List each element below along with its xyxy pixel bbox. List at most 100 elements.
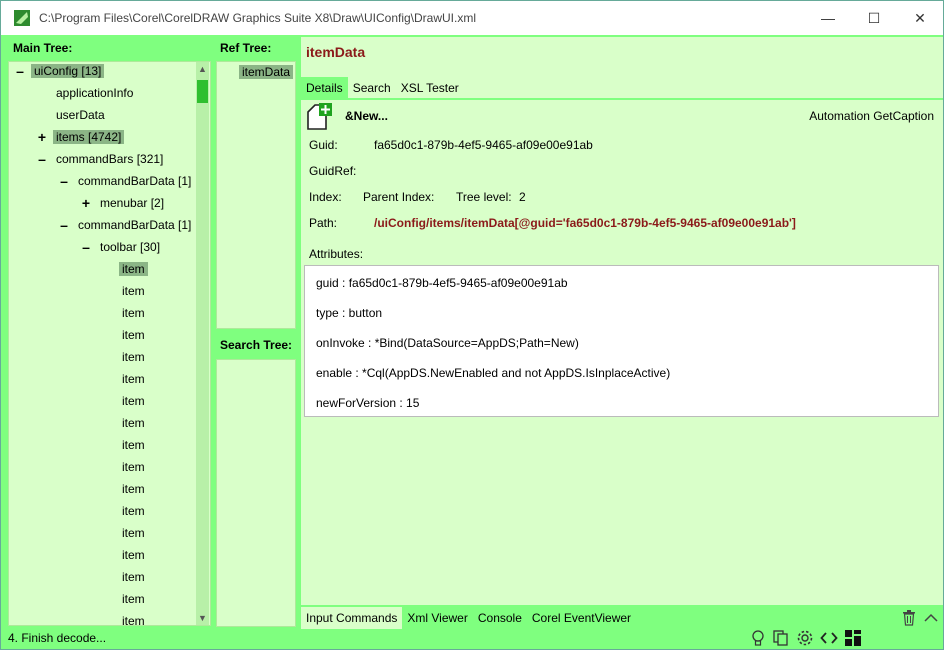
tree-node[interactable]: item: [119, 545, 148, 565]
tree-node-label: item: [122, 614, 145, 626]
tree-node-label: items [4742]: [53, 130, 125, 144]
attribute-guid: guid : fa65d0c1-879b-4ef5-9465-af09e00e9…: [316, 276, 568, 290]
gear-icon[interactable]: [796, 629, 814, 647]
attribute-oninvoke: onInvoke : *Bind(DataSource=AppDS;Path=N…: [316, 336, 579, 350]
close-button[interactable]: ✕: [897, 1, 943, 35]
path-value: /uiConfig/items/itemData[@guid='fa65d0c1…: [374, 216, 796, 230]
code-icon[interactable]: [820, 629, 838, 647]
copy-icon[interactable]: [772, 629, 790, 647]
tree-node[interactable]: item: [119, 413, 148, 433]
tree-node-label: uiConfig [13]: [31, 64, 105, 78]
maximize-button[interactable]: ☐: [851, 1, 897, 35]
tree-node-label: menubar [2]: [100, 196, 165, 210]
tree-node-label: item: [122, 460, 145, 474]
tab-xsl-tester[interactable]: XSL Tester: [396, 77, 464, 99]
tree-node[interactable]: item: [119, 567, 148, 587]
ref-tree-item-label: itemData: [239, 65, 294, 79]
attributes-label: Attributes:: [309, 247, 364, 261]
tree-node[interactable]: item: [119, 347, 148, 367]
tree-node[interactable]: item: [119, 259, 148, 279]
tab-corel-eventviewer[interactable]: Corel EventViewer: [527, 607, 636, 629]
window-title: C:\Program Files\Corel\CorelDRAW Graphic…: [39, 11, 476, 25]
detail-pane: itemData Details Search XSL Tester &New.…: [301, 37, 943, 605]
collapse-icon[interactable]: –: [81, 237, 91, 257]
tree-node-label: item: [122, 438, 145, 452]
attribute-type: type : button: [316, 306, 383, 320]
tree-node-label: item: [122, 372, 145, 386]
title-bar[interactable]: C:\Program Files\Corel\CorelDRAW Graphic…: [1, 1, 943, 35]
lightbulb-icon[interactable]: [749, 629, 767, 647]
status-bar: 4. Finish decode...: [1, 628, 943, 649]
tree-node[interactable]: – commandBars [321]: [38, 149, 166, 169]
tree-level-value: 2: [519, 190, 526, 204]
tree-node[interactable]: item: [119, 303, 148, 323]
tree-node[interactable]: – uiConfig [13]: [16, 62, 105, 81]
guid-value: fa65d0c1-879b-4ef5-9465-af09e00e91ab: [374, 138, 593, 152]
tree-node[interactable]: item: [119, 457, 148, 477]
tree-node-label: item: [122, 306, 145, 320]
bottom-tabs: Input Commands Xml Viewer Console Corel …: [301, 607, 636, 629]
main-tree-header: Main Tree:: [13, 41, 73, 55]
search-tree-header: Search Tree:: [220, 338, 293, 352]
attribute-newforversion: newForVersion : 15: [316, 396, 420, 410]
collapse-icon[interactable]: –: [15, 62, 25, 81]
tree-node-label: item: [122, 504, 145, 518]
new-document-icon: [306, 103, 332, 131]
tree-node-label: commandBarData [1]: [78, 174, 192, 188]
tab-search[interactable]: Search: [348, 77, 396, 99]
trash-icon[interactable]: [902, 610, 916, 626]
attributes-box[interactable]: guid : fa65d0c1-879b-4ef5-9465-af09e00e9…: [304, 265, 939, 417]
collapse-icon[interactable]: –: [59, 215, 69, 235]
attribute-enable: enable : *Cql(AppDS.NewEnabled and not A…: [316, 366, 671, 380]
caption-text: &New...: [345, 109, 388, 123]
tree-node[interactable]: item: [119, 523, 148, 543]
coreldraw-app-icon: [13, 9, 31, 27]
tree-node[interactable]: userData: [53, 105, 108, 125]
ref-tree[interactable]: itemData: [216, 61, 296, 329]
tree-node[interactable]: item: [119, 501, 148, 521]
tree-node[interactable]: – commandBarData [1]: [60, 215, 194, 235]
minimize-button[interactable]: —: [805, 1, 851, 35]
scrollbar-thumb[interactable]: [197, 80, 208, 103]
tab-details[interactable]: Details: [301, 77, 348, 99]
tree-node[interactable]: + items [4742]: [38, 127, 125, 147]
main-window: C:\Program Files\Corel\CorelDRAW Graphic…: [0, 0, 944, 650]
tab-input-commands[interactable]: Input Commands: [301, 607, 403, 629]
tree-node[interactable]: item: [119, 611, 148, 626]
tree-node[interactable]: + menubar [2]: [82, 193, 167, 213]
tree-node-label: commandBars [321]: [56, 152, 164, 166]
tree-node[interactable]: item: [119, 589, 148, 609]
tree-node[interactable]: applicationInfo: [53, 83, 136, 103]
expand-icon[interactable]: +: [37, 127, 47, 147]
search-tree[interactable]: [216, 359, 296, 627]
collapse-icon[interactable]: –: [59, 171, 69, 191]
tree-node[interactable]: item: [119, 391, 148, 411]
tree-node-label: item: [122, 482, 145, 496]
chevron-up-icon[interactable]: [923, 611, 939, 623]
tree-node[interactable]: item: [119, 369, 148, 389]
tree-node[interactable]: – toolbar [30]: [82, 237, 163, 257]
main-tree[interactable]: ▲ ▼ – uiConfig [13] applicationInfo userDat…: [8, 61, 211, 626]
guidref-label: GuidRef:: [309, 164, 357, 178]
tab-xml-viewer[interactable]: Xml Viewer: [402, 607, 472, 629]
collapse-icon[interactable]: –: [37, 149, 47, 169]
detail-tabs: Details Search XSL Tester: [301, 77, 464, 99]
tree-node-label: item: [122, 284, 145, 298]
tree-node[interactable]: item: [119, 281, 148, 301]
tree-node-label: item: [122, 328, 145, 342]
scroll-down-icon[interactable]: ▼: [196, 611, 209, 625]
tree-node[interactable]: – commandBarData [1]: [60, 171, 194, 191]
tab-console[interactable]: Console: [473, 607, 527, 629]
layout-icon[interactable]: [844, 629, 862, 647]
tree-node[interactable]: item: [119, 479, 148, 499]
tree-node[interactable]: item: [119, 325, 148, 345]
main-tree-scrollbar[interactable]: ▲ ▼: [196, 62, 209, 625]
tree-node-label: item: [122, 548, 145, 562]
expand-icon[interactable]: +: [81, 193, 91, 213]
tree-node[interactable]: item: [119, 435, 148, 455]
ref-tree-item[interactable]: itemData: [239, 62, 294, 82]
scroll-up-icon[interactable]: ▲: [196, 62, 209, 76]
parent-index-label: Parent Index:: [363, 190, 435, 204]
tree-level-label: Tree level:: [456, 190, 512, 204]
tree-node-label: item: [122, 394, 145, 408]
